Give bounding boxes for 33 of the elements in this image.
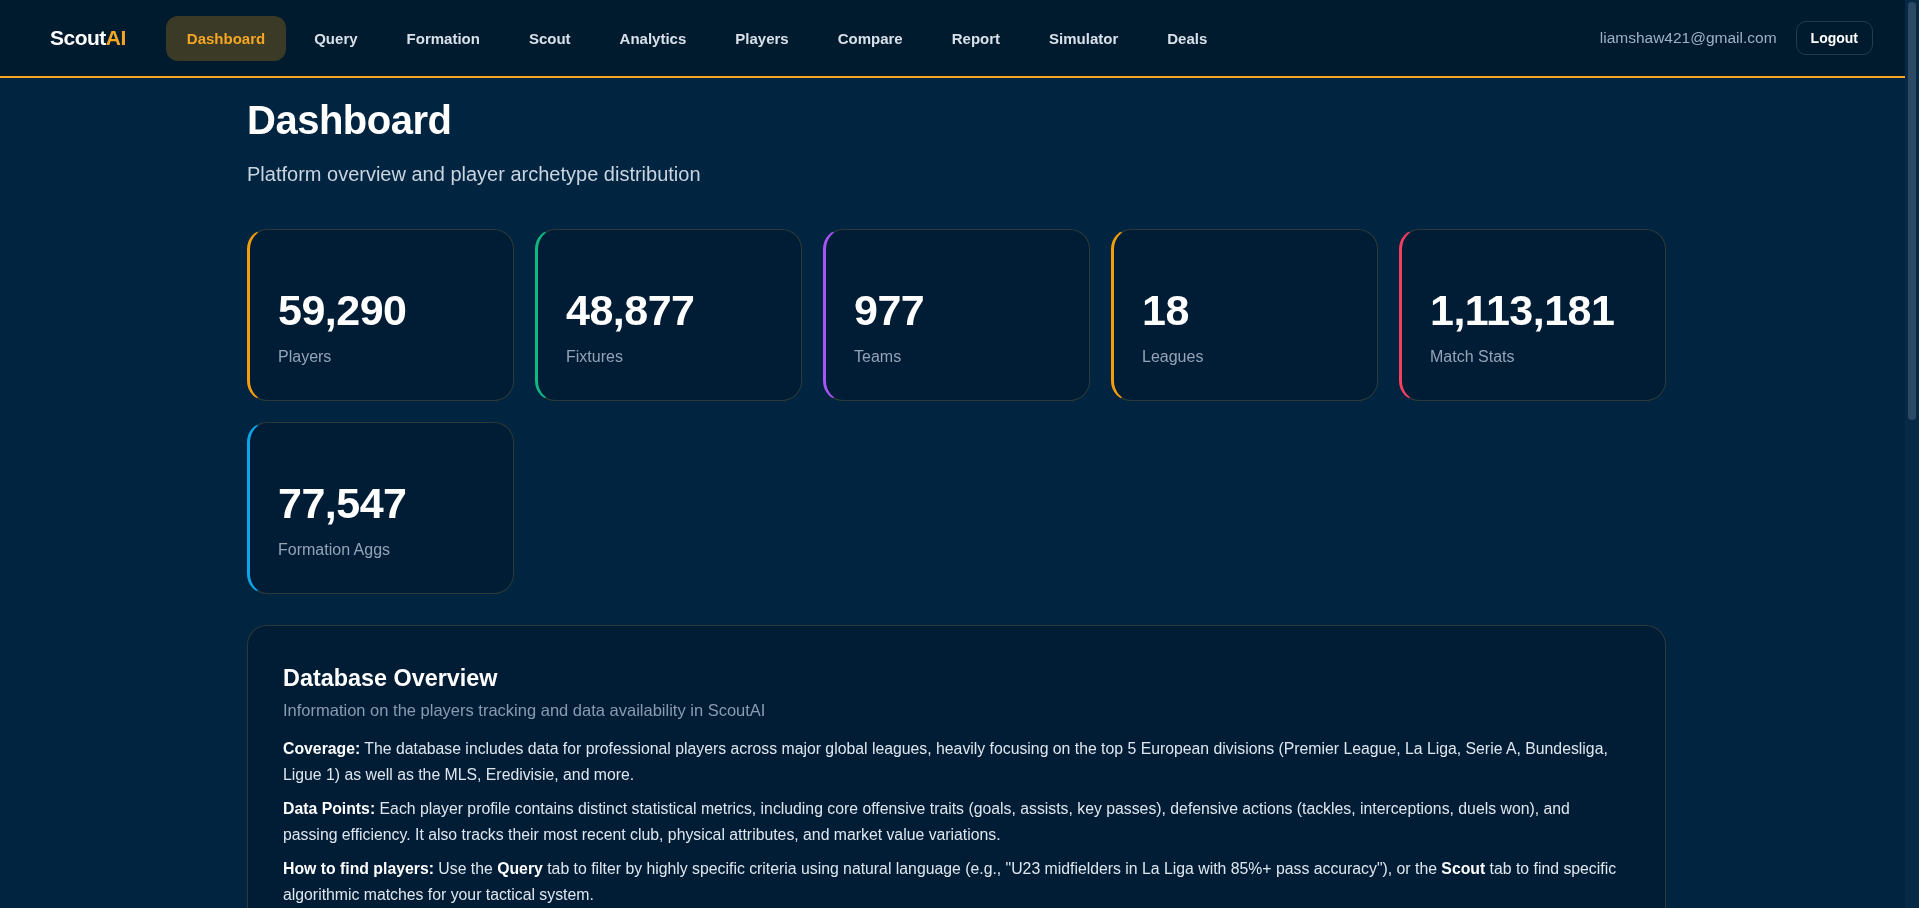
nav-tab[interactable]: Analytics bbox=[598, 15, 708, 61]
nav-tab[interactable]: Report bbox=[930, 15, 1022, 61]
stat-value: 1,113,181 bbox=[1430, 286, 1616, 334]
overview-paragraph: How to find players: Use the Query tab to filter by highly specific criteria using natural language (e.g., "U23 midfielders in La Liga with 85%+ pass accuracy"), or the Scout tab to find specific algorithmic matches for your tactical system. bbox=[283, 859, 1618, 905]
stat-label: Leagues bbox=[1142, 347, 1205, 367]
page-title: Dashboard bbox=[247, 97, 452, 144]
nav-tab[interactable]: Deals bbox=[1146, 15, 1229, 61]
logout-button[interactable]: Logout bbox=[1795, 21, 1873, 55]
nav-tab[interactable]: Simulator bbox=[1028, 15, 1140, 61]
stat-value: 59,290 bbox=[278, 286, 408, 334]
nav-tab[interactable]: Query bbox=[293, 15, 379, 61]
user-email: liamshaw421@gmail.com bbox=[1599, 29, 1777, 47]
overview-paragraph: Coverage: The database includes data for professional players across major global leagues, heavily focusing on the top 5 European divisions (Premier League, La Liga, Serie A, Bundesliga, Ligue 1) as well as the MLS, Eredivisie, and more. bbox=[283, 739, 1609, 785]
stat-value: 77,547 bbox=[278, 479, 408, 527]
stat-value: 48,877 bbox=[566, 286, 696, 334]
stat-label: Formation Aggs bbox=[278, 540, 392, 560]
stat-value: 977 bbox=[854, 286, 926, 334]
stat-label: Teams bbox=[854, 347, 903, 367]
nav-tab[interactable]: Scout bbox=[507, 15, 592, 61]
stat-label: Match Stats bbox=[1430, 347, 1516, 367]
nav-tab[interactable]: Players bbox=[714, 15, 810, 61]
nav-tab[interactable]: Compare bbox=[816, 15, 924, 61]
stat-label: Fixtures bbox=[566, 347, 624, 367]
nav-tab[interactable]: Formation bbox=[385, 15, 501, 61]
scrollbar-thumb[interactable] bbox=[1908, 2, 1916, 420]
nav-tab[interactable]: Dashboard bbox=[165, 15, 287, 61]
stat-label: Players bbox=[278, 347, 333, 367]
app-logo[interactable]: ScoutAI bbox=[50, 26, 126, 50]
overview-title: Database Overview bbox=[283, 664, 499, 693]
overview-paragraph: Data Points: Each player profile contains distinct statistical metrics, including core offensive traits (goals, assists, key passes), defensive actions (tackles, interceptions, duels won), and passing efficiency. It also tracks their most recent club, physical attributes, and market value variations. bbox=[283, 799, 1571, 845]
overview-subtitle: Information on the players tracking and data availability in ScoutAI bbox=[283, 700, 767, 721]
page-subtitle: Platform overview and player archetype distribution bbox=[247, 162, 701, 187]
stat-value: 18 bbox=[1142, 286, 1190, 334]
